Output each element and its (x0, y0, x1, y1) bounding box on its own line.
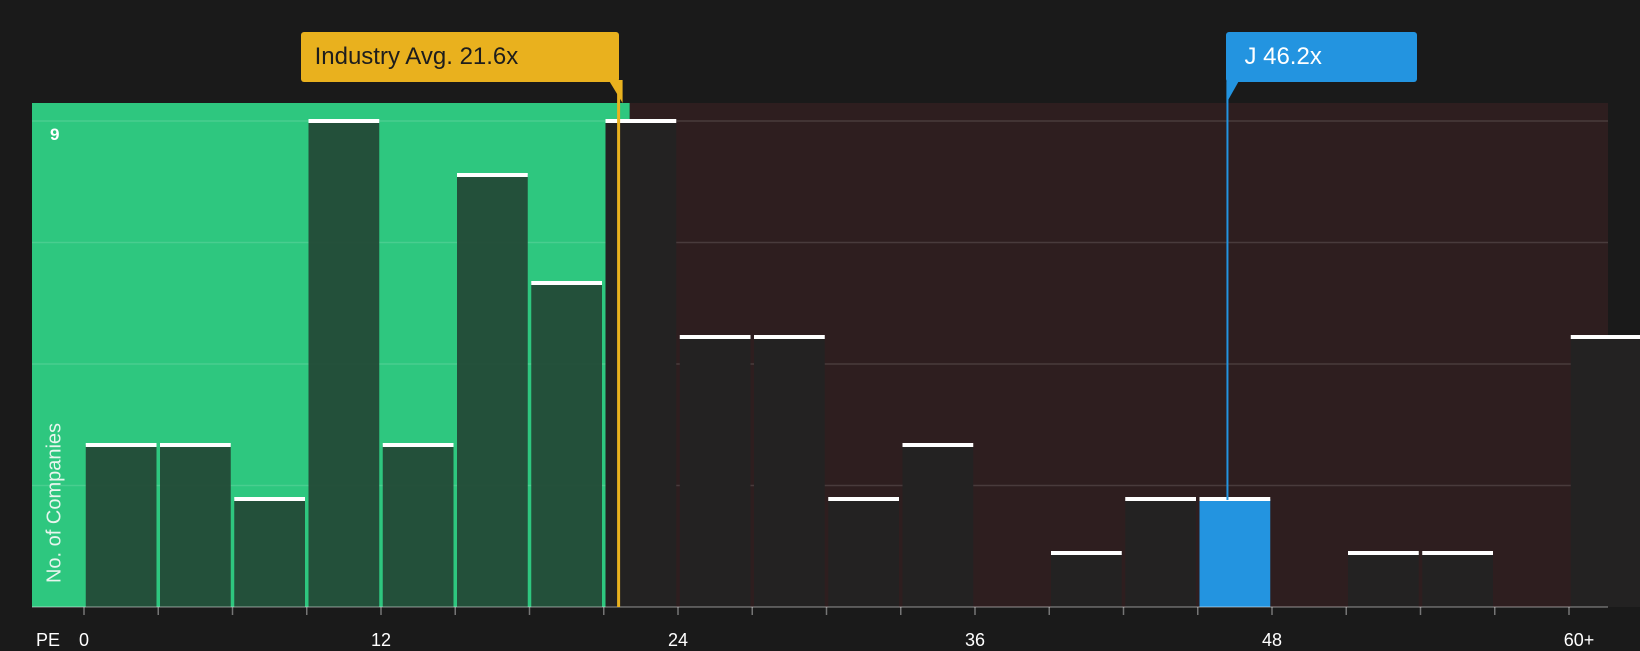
bar-cap (1199, 497, 1271, 501)
x-tick-label: 24 (667, 630, 689, 650)
bar-cap (902, 443, 974, 447)
histogram-bar (1422, 553, 1493, 607)
bar-cap (160, 443, 231, 447)
histogram-bar (234, 499, 305, 607)
histogram-bar (85, 445, 157, 607)
y-axis-label: No. of Companies (43, 422, 66, 584)
bar-cap (828, 497, 899, 501)
histogram-bar (1051, 553, 1122, 607)
industry-avg-pointer (608, 80, 623, 103)
subject-pe-callout: J 46.2x (1226, 32, 1418, 82)
histogram-bar (1199, 499, 1271, 607)
bar-cap (679, 335, 751, 339)
x-tick-label: 0 (78, 630, 90, 650)
bar-cap (1051, 551, 1122, 555)
bar-cap (234, 497, 305, 501)
y-max-label: 9 (50, 125, 60, 144)
histogram-bar (605, 121, 677, 607)
histogram-bar (1348, 553, 1419, 607)
histogram-bar (902, 445, 974, 607)
x-tick-label: 36 (964, 630, 986, 650)
histogram-bar (754, 337, 825, 607)
histogram-bar (531, 283, 602, 607)
x-axis-label: PE (36, 630, 61, 650)
bar-cap (382, 443, 454, 447)
histogram-bar (679, 337, 751, 607)
bar-cap (605, 119, 677, 123)
x-tick-label: 12 (370, 630, 392, 650)
bar-cap (85, 443, 157, 447)
pe-distribution-chart: Industry Avg. 21.6x J 46.2x No. of Compa… (0, 0, 1640, 650)
histogram-bar (308, 121, 380, 607)
bar-cap (1422, 551, 1493, 555)
bar-cap (1570, 335, 1640, 339)
histogram-bar (382, 445, 454, 607)
x-tick-label: 60+ (1563, 630, 1595, 650)
bar-cap (531, 281, 602, 285)
industry-avg-callout: Industry Avg. 21.6x (300, 32, 619, 82)
x-tick-label: 48 (1261, 630, 1283, 650)
histogram-bar (1570, 337, 1640, 607)
subject-pe-pointer (1226, 80, 1240, 103)
chart-canvas (32, 80, 1640, 615)
bar-cap (457, 173, 528, 177)
histogram-bar (457, 175, 528, 607)
bar-cap (1125, 497, 1196, 501)
bar-cap (308, 119, 380, 123)
histogram-bar (160, 445, 231, 607)
histogram-bar (1125, 499, 1196, 607)
bar-cap (754, 335, 825, 339)
histogram-bar (828, 499, 899, 607)
bar-cap (1348, 551, 1419, 555)
